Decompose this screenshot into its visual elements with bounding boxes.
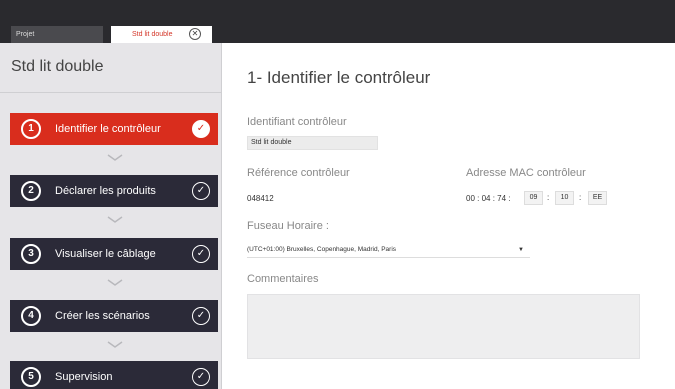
step-label: Supervision: [55, 371, 113, 383]
comments-textarea[interactable]: [247, 294, 640, 359]
timezone-select[interactable]: (UTC+01:00) Bruxelles, Copenhague, Madri…: [247, 242, 530, 258]
check-icon: ✓: [192, 368, 210, 386]
check-icon: ✓: [192, 307, 210, 325]
page-title: 1- Identifier le contrôleur: [247, 68, 431, 87]
controller-id-label: Identifiant contrôleur: [247, 116, 347, 128]
step-number-badge: 1: [21, 119, 41, 139]
step-view-wiring[interactable]: 3 Visualiser le câblage ✓: [10, 238, 218, 270]
mac-separator: :: [547, 193, 550, 202]
chevron-down-icon: [107, 341, 123, 348]
mac-separator: :: [579, 193, 582, 202]
chevron-down-icon: [107, 154, 123, 161]
timezone-value: (UTC+01:00) Bruxelles, Copenhague, Madri…: [247, 246, 397, 253]
mac-octet-input[interactable]: 10: [555, 191, 574, 205]
timezone-label: Fuseau Horaire :: [247, 220, 329, 232]
controller-id-field[interactable]: Std lit double: [247, 136, 378, 150]
step-number-badge: 4: [21, 306, 41, 326]
comments-label: Commentaires: [247, 273, 319, 285]
step-number-badge: 3: [21, 244, 41, 264]
step-declare-products[interactable]: 2 Déclarer les produits ✓: [10, 175, 218, 207]
mac-address-label: Adresse MAC contrôleur: [466, 167, 586, 179]
chevron-down-icon: [107, 216, 123, 223]
mac-octet-input[interactable]: EE: [588, 191, 607, 205]
step-number-badge: 2: [21, 181, 41, 201]
check-icon: ✓: [192, 120, 210, 138]
step-number-badge: 5: [21, 367, 41, 387]
step-label: Déclarer les produits: [55, 185, 156, 197]
tab-project[interactable]: Projet: [11, 26, 103, 43]
check-icon: ✓: [192, 182, 210, 200]
step-label: Visualiser le câblage: [55, 248, 156, 260]
controller-ref-label: Référence contrôleur: [247, 167, 350, 179]
sidebar-title: Std lit double: [11, 58, 104, 75]
step-label: Identifier le contrôleur: [55, 123, 161, 135]
divider: [0, 92, 222, 93]
mac-octet-input[interactable]: 09: [524, 191, 543, 205]
mac-address-prefix: 00 : 04 : 74 :: [466, 194, 511, 203]
check-icon: ✓: [192, 245, 210, 263]
close-icon[interactable]: ✕: [189, 28, 201, 40]
step-label: Créer les scénarios: [55, 310, 150, 322]
dropdown-arrow-icon: ▼: [518, 247, 524, 253]
step-create-scenarios[interactable]: 4 Créer les scénarios ✓: [10, 300, 218, 332]
controller-ref-value: 048412: [247, 194, 274, 203]
step-identify-controller[interactable]: 1 Identifier le contrôleur ✓: [10, 113, 218, 145]
step-supervision[interactable]: 5 Supervision ✓: [10, 361, 218, 389]
chevron-down-icon: [107, 279, 123, 286]
